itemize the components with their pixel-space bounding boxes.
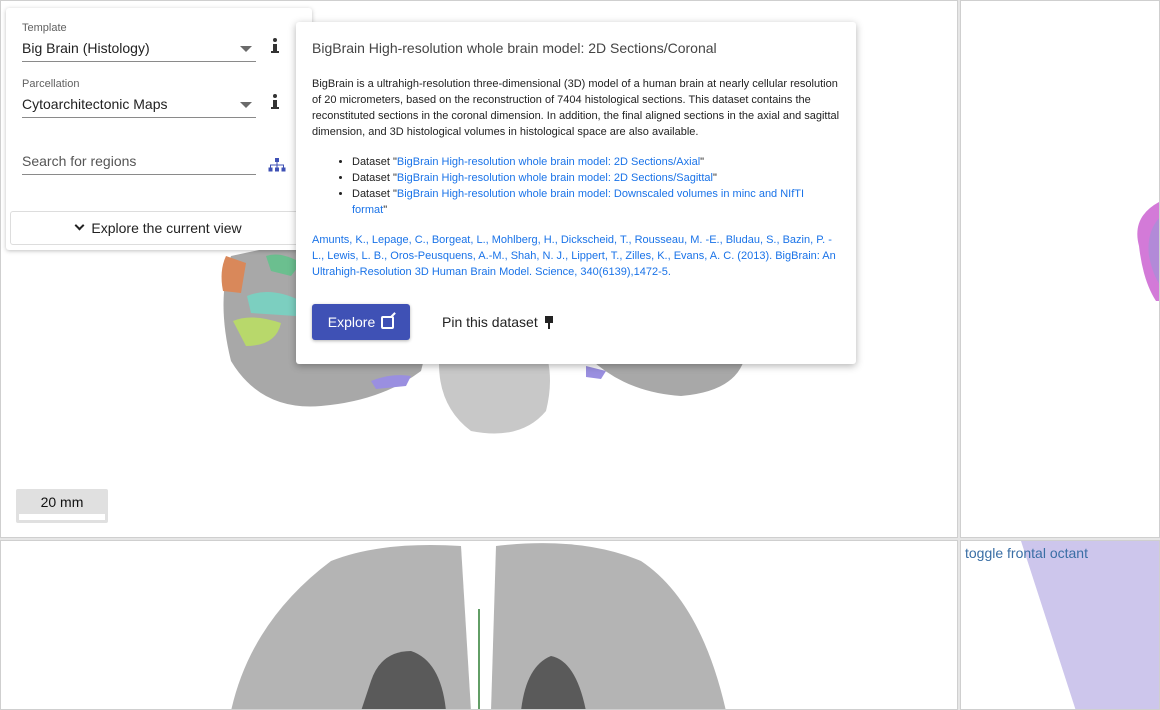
- 3d-view-panel[interactable]: toggle frontal octant: [960, 540, 1160, 710]
- popup-title: BigBrain High-resolution whole brain mod…: [312, 40, 717, 56]
- list-item: Dataset "BigBrain High-resolution whole …: [352, 170, 840, 186]
- hierarchy-tree-icon[interactable]: [268, 158, 286, 172]
- external-link-icon: [381, 315, 395, 329]
- dataset-suffix: ": [713, 172, 717, 184]
- dataset-suffix: ": [700, 156, 705, 168]
- popup-description: BigBrain is a ultrahigh-resolution three…: [312, 78, 840, 138]
- popup-actions: Explore Pin this dataset: [312, 304, 554, 340]
- dataset-info-popup: BigBrain High-resolution whole brain mod…: [296, 22, 856, 364]
- explore-button[interactable]: Explore: [312, 304, 410, 340]
- template-value-field[interactable]: Big Brain (Histology): [22, 40, 256, 62]
- explore-button-label: Explore: [327, 314, 376, 330]
- parcellation-select[interactable]: Parcellation Cytoarchitectonic Maps: [22, 78, 256, 118]
- template-value: Big Brain (Histology): [22, 40, 150, 56]
- explore-current-view-button[interactable]: Explore the current view: [10, 211, 308, 245]
- pin-dataset-label: Pin this dataset: [442, 314, 538, 330]
- scale-bar-line: [19, 514, 105, 520]
- parcellation-value-field[interactable]: Cytoarchitectonic Maps: [22, 96, 256, 118]
- list-item: Dataset "BigBrain High-resolution whole …: [352, 154, 840, 170]
- related-datasets-list: Dataset "BigBrain High-resolution whole …: [352, 154, 840, 218]
- brain-viewer[interactable]: 20 mm toggle frontal octant Template Big…: [0, 0, 1160, 710]
- parcellation-value: Cytoarchitectonic Maps: [22, 96, 168, 112]
- sagittal-brain-section: [1137, 202, 1159, 301]
- 3d-octant-shape: [1021, 541, 1159, 709]
- region-search-input[interactable]: Search for regions: [22, 153, 256, 175]
- list-item: Dataset "BigBrain High-resolution whole …: [352, 186, 840, 218]
- parcellation-info-icon[interactable]: [270, 94, 280, 110]
- sagittal-view-panel[interactable]: [960, 0, 1160, 538]
- dataset-suffix: ": [383, 204, 388, 216]
- toggle-frontal-octant-link[interactable]: toggle frontal octant: [965, 545, 1088, 561]
- dataset-link-sagittal[interactable]: BigBrain High-resolution whole brain mod…: [397, 172, 713, 184]
- template-info-icon[interactable]: [270, 38, 280, 54]
- sidebar-panel: Template Big Brain (Histology) Parcellat…: [6, 8, 312, 250]
- pin-icon: [544, 316, 554, 329]
- template-select[interactable]: Template Big Brain (Histology): [22, 22, 256, 62]
- template-label: Template: [22, 22, 67, 34]
- axial-brain-section: [231, 543, 726, 709]
- axial-view-panel[interactable]: [0, 540, 958, 710]
- pin-dataset-button[interactable]: Pin this dataset: [442, 314, 554, 330]
- dropdown-arrow-icon[interactable]: [240, 102, 252, 108]
- scale-bar-label: 20 mm: [40, 494, 84, 510]
- dataset-prefix: Dataset ": [352, 156, 397, 168]
- parcellation-label: Parcellation: [22, 78, 80, 90]
- dataset-prefix: Dataset ": [352, 172, 397, 184]
- citation-link[interactable]: Amunts, K., Lepage, C., Borgeat, L., Moh…: [312, 234, 836, 278]
- citation: Amunts, K., Lepage, C., Borgeat, L., Moh…: [312, 232, 840, 280]
- dropdown-arrow-icon[interactable]: [240, 46, 252, 52]
- dataset-link-axial[interactable]: BigBrain High-resolution whole brain mod…: [397, 156, 700, 168]
- explore-current-view-label: Explore the current view: [91, 220, 242, 236]
- scale-bar: 20 mm: [16, 489, 108, 523]
- dataset-prefix: Dataset ": [352, 188, 397, 200]
- chevron-down-icon: [74, 220, 85, 231]
- dataset-link-downscaled[interactable]: BigBrain High-resolution whole brain mod…: [352, 188, 804, 216]
